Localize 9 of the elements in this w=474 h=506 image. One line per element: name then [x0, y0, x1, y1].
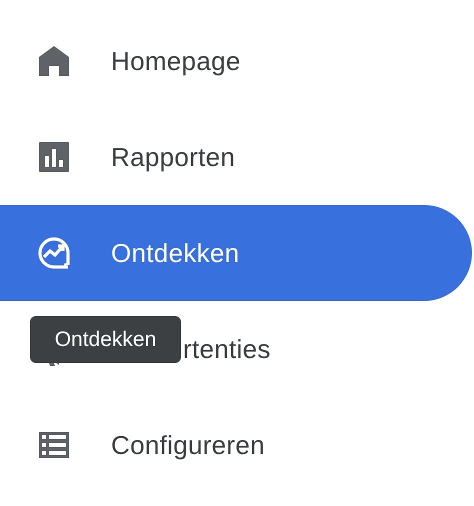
nav-item[interactable]: Ontdekken	[0, 205, 472, 301]
trend-circle-icon	[36, 235, 72, 271]
nav-item-label[interactable]: rtenties	[183, 330, 271, 368]
nav-item[interactable]: Rapporten	[0, 109, 472, 205]
nav-item[interactable]: Homepage	[0, 13, 472, 109]
home-icon	[36, 43, 72, 79]
bar-chart-icon	[36, 139, 72, 175]
tooltip: Ontdekken	[30, 316, 181, 363]
nav-item[interactable]: Configureren	[0, 397, 472, 493]
